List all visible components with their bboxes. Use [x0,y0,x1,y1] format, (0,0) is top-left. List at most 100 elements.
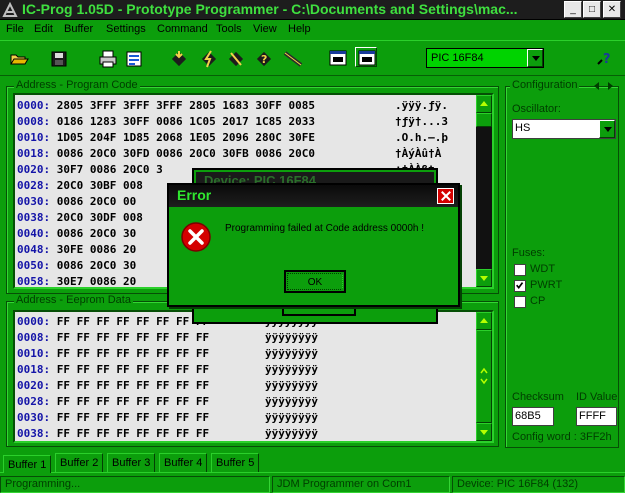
open-folder-icon[interactable] [8,49,30,69]
fuse-cp-label: CP [530,295,546,307]
help-icon[interactable]: ? [596,50,614,68]
svg-text:?: ? [603,52,611,67]
code-row-address: 0020: [17,163,51,176]
tab-buffer-5[interactable]: Buffer 5 [211,453,260,472]
menu-edit[interactable]: Edit [34,23,53,35]
code-row-address: 0010: [17,131,51,144]
window-icon[interactable] [327,48,349,68]
code-row-address: 0058: [17,275,51,288]
tab-divider [0,472,625,473]
eeprom-row-data: FF FF FF FF FF FF FF FF [56,411,210,424]
print-icon[interactable] [97,49,119,69]
eeprom-row-data: FF FF FF FF FF FF FF FF [56,395,210,408]
minimize-button[interactable]: _ [564,1,582,18]
tab-buffer-4[interactable]: Buffer 4 [159,453,208,472]
fuse-pwrt-label: PWRT [530,279,563,291]
fuse-wdt-label: WDT [530,263,556,275]
config-word-label: Config word : 3FF2h [512,431,612,443]
eeprom-row-ascii: ÿÿÿÿÿÿÿÿ [265,347,318,360]
menu-file[interactable]: File [6,23,24,35]
code-row: 0010: 1D05 204F 1D85 2068 1E05 2096 280C… [17,130,315,146]
code-row: 0030: 0086 20C0 00 [17,194,136,210]
menu-bar: File Edit Buffer Settings Command Tools … [0,20,625,40]
scroll-down-icon[interactable] [476,269,492,287]
tab-buffer-2[interactable]: Buffer 2 [55,453,104,472]
chevron-down-icon[interactable] [599,120,615,138]
scroll-up-icon[interactable] [476,312,492,330]
active-window-icon[interactable] [355,47,377,67]
code-row: 0048: 30FE 0086 20 [17,242,136,258]
chevron-down-icon[interactable] [527,49,543,67]
device-select[interactable]: PIC 16F84 [426,48,544,68]
menu-help[interactable]: Help [288,23,311,35]
maximize-button[interactable]: □ [583,1,601,18]
eeprom-row-address: 0018: [17,363,51,376]
program-chip-icon[interactable] [198,49,220,69]
eeprom-row-data: FF FF FF FF FF FF FF FF [56,363,210,376]
eeprom-row-ascii: ÿÿÿÿÿÿÿÿ [265,427,318,440]
fuses-label: Fuses: [512,247,546,259]
tab-buffer-1[interactable]: Buffer 1 [3,455,52,473]
fuse-cp-checkbox[interactable] [514,296,526,308]
menu-buffer[interactable]: Buffer [64,23,93,35]
code-row: 0028: 20C0 30BF 008 [17,178,143,194]
oscillator-select[interactable]: HS [512,119,616,139]
menu-view[interactable]: View [253,23,277,35]
menu-tools[interactable]: Tools [216,23,242,35]
eeprom-row: 0030: FF FF FF FF FF FF FF FF [17,410,209,426]
scroll-thumb[interactable] [476,113,492,127]
title-bar: IC-Prog 1.05D - Prototype Programmer - C… [0,0,625,20]
eeprom-row-ascii: ÿÿÿÿÿÿÿÿ [265,363,318,376]
close-icon[interactable] [437,188,454,204]
eeprom-row-data: FF FF FF FF FF FF FF FF [56,315,210,328]
eeprom-label: Address - Eeprom Data [14,294,133,306]
eeprom-scrollbar[interactable] [476,312,492,441]
device-select-value: PIC 16F84 [431,52,484,64]
scroll-up-icon[interactable] [476,95,492,113]
eeprom-row-address: 0038: [17,427,51,440]
settings-icon[interactable] [123,49,145,69]
code-row-data: 20C0 30BF 008 [56,179,143,192]
code-row-address: 0048: [17,243,51,256]
scroll-thumb[interactable] [476,330,492,423]
fuse-pwrt-checkbox[interactable] [514,280,526,292]
code-row-data: 2805 3FFF 3FFF 3FFF 2805 1683 30FF 0085 [56,99,316,112]
code-row-address: 0008: [17,115,51,128]
code-row-address: 0050: [17,259,51,272]
verify-chip-icon[interactable]: ? [253,49,275,69]
code-row: 0058: 30E7 0086 20 [17,274,136,288]
eeprom-panel[interactable]: 0000: FF FF FF FF FF FF FF FF 0008: FF F… [13,310,494,443]
error-dialog-titlebar: Error [169,185,458,207]
checksum-label: Checksum [512,391,564,403]
code-scrollbar[interactable] [476,95,492,287]
scroll-down-icon[interactable] [476,423,492,441]
code-row-data: 1D05 204F 1D85 2068 1E05 2096 280C 30FE [56,131,316,144]
app-icon [2,2,18,17]
close-window-button[interactable]: ✕ [603,1,621,18]
eeprom-row: 0028: FF FF FF FF FF FF FF FF [17,394,209,410]
save-disk-icon[interactable] [48,49,70,69]
menu-settings[interactable]: Settings [106,23,146,35]
collapse-left-icon[interactable] [594,82,599,90]
read-chip-icon[interactable] [168,49,190,69]
code-row: 0038: 20C0 30DF 008 [17,210,143,226]
code-row-data: 0086 20C0 30FD 0086 20C0 30FB 0086 20C0 [56,147,316,160]
eeprom-row-address: 0008: [17,331,51,344]
ok-button[interactable]: OK [284,270,346,293]
eeprom-row-address: 0020: [17,379,51,392]
eeprom-row-data: FF FF FF FF FF FF FF FF [56,379,210,392]
tab-buffer-3[interactable]: Buffer 3 [107,453,156,472]
erase-chip-icon[interactable] [225,49,247,69]
id-value-field[interactable]: FFFF [576,407,617,426]
svg-text:?: ? [261,53,267,66]
menu-command[interactable]: Command [157,23,208,35]
code-row: 0000: 2805 3FFF 3FFF 3FFF 2805 1683 30FF… [17,98,315,114]
code-row-data: 0186 1283 30FF 0086 1C05 2017 1C85 2033 [56,115,316,128]
id-value-label: ID Value [576,391,618,403]
code-row-ascii: .ÿÿÿ.ƒÿ. [395,99,448,112]
blank-check-icon[interactable] [282,49,304,69]
code-row-ascii: †ƒÿ†...3 [395,115,448,128]
fuse-wdt-checkbox[interactable] [514,264,526,276]
code-row-data: 20C0 30DF 008 [56,211,143,224]
expand-right-icon[interactable] [608,82,613,90]
